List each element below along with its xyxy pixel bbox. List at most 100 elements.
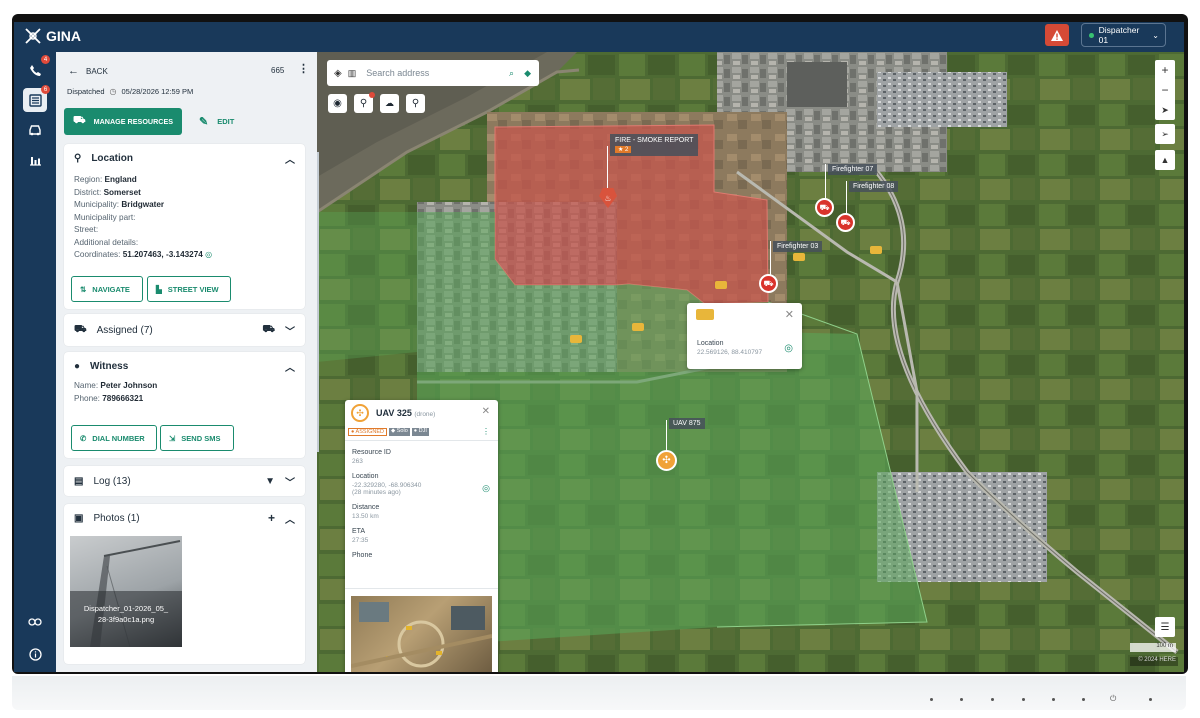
rail-link[interactable]	[23, 610, 47, 634]
map-view[interactable]: ◈ ▥ Search address ⌕ ◆ ◉ ⚲ ☁ ⚲ + − ➤ ➢ ▲ …	[317, 52, 1184, 672]
add-photo-icon[interactable]: +	[268, 511, 275, 525]
additional-details-label: Additional details:	[74, 237, 139, 247]
left-rail: 4 6	[14, 52, 56, 672]
street-view-button[interactable]: ▙ STREET VIEW	[147, 276, 231, 302]
more-menu-icon[interactable]: ⋮	[482, 427, 490, 436]
alert-button[interactable]	[1045, 24, 1069, 46]
distance-value: 13.50 km	[352, 513, 379, 520]
dial-number-button[interactable]: ✆ DIAL NUMBER	[71, 425, 157, 451]
zoom-out-button[interactable]: −	[1155, 80, 1175, 100]
firefighter-08-marker[interactable]: ⛟	[836, 213, 855, 232]
online-status-dot	[1089, 32, 1094, 38]
chevron-down-icon[interactable]: ﹀	[285, 474, 295, 489]
panel-scrollbar[interactable]	[317, 152, 319, 452]
rail-calls[interactable]: 4	[23, 55, 50, 82]
navigate-button[interactable]: ⇅ NAVIGATE	[71, 276, 143, 302]
send-sms-button[interactable]: ⇲ SEND SMS	[160, 425, 234, 451]
assigned-card[interactable]: ⛟ Assigned (7) ⛟ ﹀	[64, 314, 305, 346]
incident-status: Dispatched	[67, 87, 105, 96]
terrain-button[interactable]: ▲	[1155, 150, 1175, 170]
uav-camera-feed[interactable]	[351, 596, 492, 672]
image-icon: ▣	[74, 512, 84, 524]
ff03-callout[interactable]: Firefighter 03	[773, 241, 823, 252]
photo-thumbnail[interactable]: Dispatcher_01-2026_05_28-3f9a0c1a.png	[70, 536, 182, 647]
rail-statistics[interactable]	[23, 148, 47, 172]
fire-truck-icon: ⛟	[819, 202, 830, 212]
region-value: England	[104, 175, 137, 184]
filter-icon[interactable]: ▼	[265, 476, 275, 487]
navigation-button[interactable]: ➢	[1155, 124, 1175, 144]
log-header[interactable]: ▤ Log (13) ▼ ﹀	[64, 466, 305, 496]
chevron-up-icon[interactable]: ︿	[285, 359, 295, 374]
assigned-header[interactable]: ⛟ Assigned (7) ⛟ ﹀	[64, 314, 305, 346]
incidents-badge: 6	[41, 85, 50, 94]
fire-callout[interactable]: FIRE - SMOKE REPORT ★ 2	[610, 134, 699, 156]
edit-button[interactable]: ✎ EDIT	[199, 115, 234, 128]
camera-marker[interactable]	[570, 335, 582, 343]
locate-icon[interactable]: ◎	[205, 250, 212, 259]
address-search[interactable]: ◈ ▥ Search address ⌕ ◆	[327, 60, 539, 86]
pin-layer-button[interactable]: ⚲	[354, 92, 375, 113]
locate-icon[interactable]: ◎	[784, 343, 793, 354]
camera-marker[interactable]	[632, 323, 644, 331]
pointer-icon[interactable]: ➤	[1155, 100, 1175, 120]
location-header[interactable]: ⚲ Location ︿	[64, 144, 305, 172]
camera-marker[interactable]	[715, 281, 727, 289]
more-menu-icon[interactable]: ⋮	[298, 62, 309, 75]
photos-card: ▣ Photos (1) + ︿ Dispatcher_01-2026_05_28…	[64, 504, 305, 664]
manage-resources-label: MANAGE RESOURCES	[93, 117, 174, 126]
uav-tags: ● ASSIGNED ◆ Solo ● DJI	[348, 428, 429, 436]
uav-location-value: -22.329280, -68.906340	[352, 482, 422, 489]
uav-875-marker[interactable]: ✣	[656, 450, 677, 471]
uav-popup-icon: ✣	[351, 404, 369, 422]
witness-header[interactable]: ● Witness ︿	[64, 352, 305, 380]
ff08-callout[interactable]: Firefighter 08	[849, 181, 899, 192]
rail-vehicles[interactable]	[23, 118, 47, 142]
search-icon[interactable]: ⌕	[509, 68, 514, 79]
chevron-up-icon[interactable]: ︿	[285, 511, 295, 526]
close-icon[interactable]: ✕	[785, 308, 794, 321]
close-icon[interactable]: ✕	[482, 406, 490, 417]
firefighter-03-marker[interactable]: ⛟	[759, 274, 778, 293]
truck-icon: ⛟	[73, 115, 86, 126]
power-icon[interactable]: ⏻	[1110, 694, 1116, 704]
monitor-chin: ⏻	[12, 676, 1186, 710]
uav875-callout[interactable]: UAV 875	[669, 418, 705, 429]
directions-icon[interactable]: ◆	[524, 68, 531, 79]
camera-marker[interactable]	[793, 253, 805, 261]
layers-icon[interactable]: ◈	[334, 68, 342, 79]
search-input[interactable]: Search address	[366, 68, 429, 78]
camera-marker[interactable]	[870, 246, 882, 254]
zoom-in-button[interactable]: +	[1155, 60, 1175, 80]
street-label: Street:	[74, 225, 99, 234]
witness-phone-label: Phone:	[74, 393, 100, 403]
locate-icon[interactable]: ◎	[482, 483, 490, 494]
calls-badge: 4	[41, 55, 50, 64]
upload-button[interactable]: ☁	[380, 94, 399, 113]
manage-resources-button[interactable]: ⛟ MANAGE RESOURCES	[64, 108, 182, 135]
marker-button[interactable]: ⚲	[406, 94, 425, 113]
district-label: District:	[74, 187, 102, 197]
back-link[interactable]: ← BACK	[68, 65, 108, 77]
incident-panel: ← BACK 665 ⋮ Dispatched ◷ 05/28/2026 12:…	[56, 52, 317, 672]
chevron-up-icon[interactable]: ︿	[285, 151, 295, 166]
visibility-button[interactable]: ◉	[328, 94, 347, 113]
resource-id-value: 263	[352, 458, 363, 465]
rail-info[interactable]	[23, 642, 47, 666]
chevron-down-icon[interactable]: ﹀	[285, 323, 295, 338]
uav-location-label: Location	[352, 473, 379, 480]
log-card[interactable]: ▤ Log (13) ▼ ﹀	[64, 466, 305, 496]
firefighter-07-marker[interactable]: ⛟	[815, 198, 834, 217]
uav-subtitle: (drone)	[414, 411, 436, 418]
send-sms-label: SEND SMS	[181, 433, 221, 443]
map-layers-button[interactable]: ☰	[1155, 617, 1175, 637]
uav-title: UAV 325	[376, 408, 412, 418]
photos-header[interactable]: ▣ Photos (1) + ︿	[64, 504, 305, 532]
district-value: Somerset	[103, 187, 141, 197]
dispatcher-select[interactable]: Dispatcher 01 ⌄	[1081, 23, 1166, 47]
ff07-callout[interactable]: Firefighter 07	[828, 164, 878, 175]
cloud-upload-icon: ☁	[385, 98, 394, 108]
building-icon[interactable]: ▥	[348, 68, 357, 79]
rail-incidents[interactable]: 6	[23, 85, 50, 112]
construction-site-image	[351, 602, 492, 668]
